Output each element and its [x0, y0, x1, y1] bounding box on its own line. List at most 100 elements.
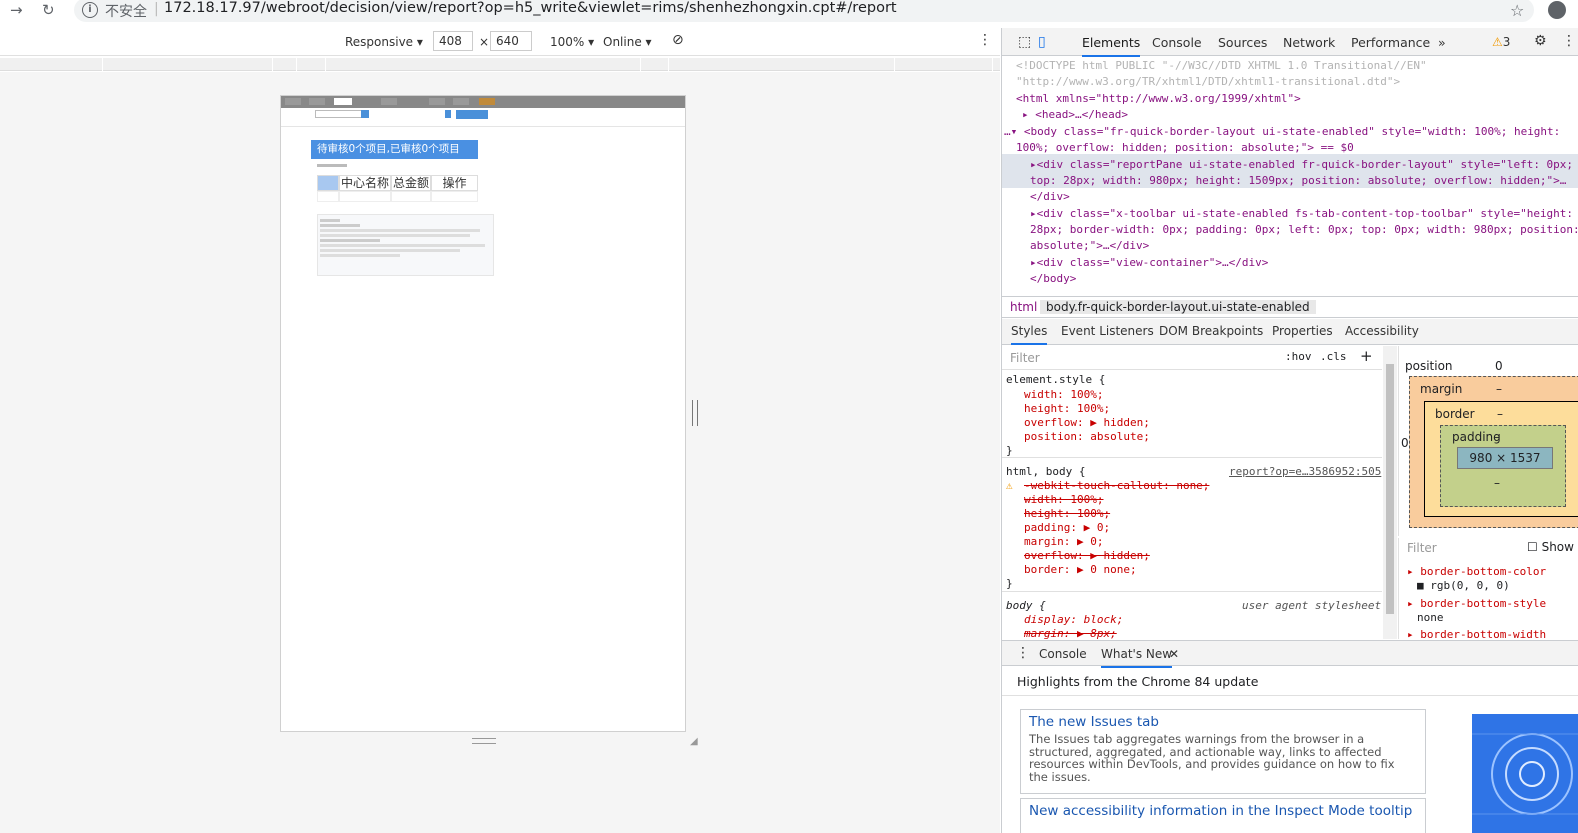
tab-elements[interactable]: Elements [1082, 35, 1141, 57]
computed-property[interactable]: ▸ border-bottom-style [1407, 597, 1546, 610]
rule-brace: } [1006, 577, 1013, 590]
rotate-icon[interactable]: ⊘ [672, 32, 684, 48]
page-input[interactable] [334, 98, 352, 105]
drawer-tabbar: ⋮ Console What's New ✕ [1002, 640, 1578, 668]
bottom-resize-handle[interactable] [472, 738, 496, 744]
more-tabs-icon[interactable]: » [1438, 35, 1446, 50]
omnibox[interactable]: i 不安全 | 172.18.17.97/webroot/decision/vi… [74, 0, 1534, 22]
close-icon[interactable]: ✕ [1169, 647, 1179, 661]
width-input[interactable]: 408 [433, 31, 473, 51]
forward-icon[interactable]: → [10, 1, 23, 19]
rule-source-link[interactable]: report?op=e…3586952:505 [1229, 465, 1381, 479]
dom-node-toolbar[interactable]: ▸<div class="x-toolbar ui-state-enabled … [1030, 206, 1573, 222]
info-icon[interactable]: i [82, 2, 98, 18]
inspect-icon[interactable]: ⬚ [1018, 34, 1031, 50]
dom-node-toolbar-cont[interactable]: absolute;">…</div> [1030, 238, 1149, 254]
dom-node-view-container[interactable]: ▸<div class="view-container">…</div> [1030, 255, 1268, 271]
padding-box[interactable]: padding – 980 × 1537 – [1440, 425, 1566, 507]
tab-sources[interactable]: Sources [1218, 35, 1267, 50]
tab-event-listeners[interactable]: Event Listeners [1061, 324, 1154, 338]
device-select[interactable]: Responsive ▾ [345, 35, 423, 49]
whats-new-headline: Highlights from the Chrome 84 update [1017, 674, 1259, 689]
style-property[interactable]: overflow: ▶ hidden; [1024, 416, 1150, 430]
border-box[interactable]: border – padding – 980 × 1537 – [1424, 401, 1578, 517]
tab-properties[interactable]: Properties [1272, 324, 1333, 338]
dom-node-head[interactable]: ▸ <head>…</head> [1022, 107, 1128, 123]
tab-styles[interactable]: Styles [1011, 324, 1048, 345]
new-rule-icon[interactable]: + [1360, 347, 1373, 365]
dom-node-body[interactable]: …▾ <body class="fr-quick-border-layout u… [1004, 124, 1560, 140]
styles-filter-bar: Filter :hov .cls + [1002, 346, 1382, 370]
card-title[interactable]: New accessibility information in the Ins… [1029, 803, 1417, 819]
border-label: border [1435, 407, 1475, 421]
tab-accessibility[interactable]: Accessibility [1345, 324, 1419, 338]
device-viewport: 待审核0个项目,已审核0个项目 中心名称 总金额 操作 [280, 95, 686, 732]
style-property[interactable]: margin: ▶ 0; [1024, 535, 1103, 549]
dom-node-reportpane-cont[interactable]: top: 28px; width: 980px; height: 1509px;… [1030, 173, 1566, 189]
insecure-label: 不安全 [105, 4, 147, 20]
query-button[interactable] [456, 110, 488, 119]
more-options-icon[interactable]: ⋮ [978, 32, 992, 48]
corner-resize-handle[interactable]: ◢ [690, 736, 698, 747]
media-query-ruler[interactable] [0, 58, 1000, 71]
computed-property[interactable]: ▸ border-bottom-color [1407, 565, 1546, 578]
dom-node-html[interactable]: <html xmlns="http://www.w3.org/1999/xhtm… [1016, 91, 1301, 107]
table-select-cell[interactable] [317, 175, 339, 191]
feature-card[interactable]: The new Issues tab The Issues tab aggreg… [1020, 709, 1426, 794]
dom-node-toolbar-cont[interactable]: 28px; border-width: 0px; padding: 0px; l… [1030, 222, 1578, 238]
toolbar-button[interactable] [453, 98, 469, 105]
date-picker-icon[interactable] [445, 110, 451, 118]
drawer-menu-icon[interactable]: ⋮ [1016, 645, 1030, 661]
drawer-tab-whats-new[interactable]: What's New [1101, 647, 1173, 668]
profile-avatar[interactable] [1548, 1, 1566, 19]
height-input[interactable]: 640 [490, 31, 532, 51]
toolbar-button[interactable] [429, 98, 445, 105]
style-property[interactable]: height: 100%; [1024, 507, 1110, 521]
reload-icon[interactable]: ↻ [42, 1, 55, 19]
style-property[interactable]: width: 100%; [1024, 388, 1103, 402]
right-resize-handle[interactable] [692, 400, 698, 426]
dom-node-reportpane[interactable]: ▸<div class="reportPane ui-state-enabled… [1030, 157, 1573, 173]
hov-button[interactable]: :hov [1285, 350, 1312, 363]
styles-scrollbar[interactable] [1383, 346, 1397, 639]
margin-box[interactable]: margin – border – padding – 980 × 1537 – [1409, 376, 1578, 528]
breadcrumb-body[interactable]: body.fr-quick-border-layout.ui-state-ena… [1040, 300, 1316, 314]
cls-button[interactable]: .cls [1320, 350, 1347, 363]
style-property[interactable]: overflow: ▶ hidden; [1024, 549, 1150, 563]
content-box[interactable]: 980 × 1537 [1457, 447, 1553, 469]
dropdown-icon[interactable] [361, 110, 369, 118]
computed-filter-input[interactable]: Filter [1407, 541, 1437, 555]
devtools-tabbar: ⬚ ▯ Elements Console Sources Network Per… [1002, 28, 1578, 57]
style-property[interactable]: -webkit-touch-callout: none; [1024, 479, 1209, 493]
style-property[interactable]: position: absolute; [1024, 430, 1150, 444]
center-select[interactable] [315, 110, 365, 118]
toolbar-button[interactable] [285, 98, 301, 105]
network-select[interactable]: Online ▾ [603, 35, 652, 49]
tab-network[interactable]: Network [1283, 35, 1335, 50]
styles-filter-input[interactable]: Filter [1010, 351, 1040, 365]
dom-node-body-cont[interactable]: 100%; overflow: hidden; position: absolu… [1016, 140, 1354, 156]
computed-value: ■ rgb(0, 0, 0) [1417, 579, 1510, 592]
url-text[interactable]: 172.18.17.97/webroot/decision/view/repor… [164, 0, 897, 16]
toolbar-button[interactable] [381, 98, 397, 105]
style-property[interactable]: width: 100%; [1024, 493, 1103, 507]
show-all-checkbox[interactable]: ☐ Show [1527, 540, 1574, 554]
tab-performance[interactable]: Performance [1351, 35, 1430, 50]
device-toggle-icon[interactable]: ▯ [1038, 34, 1046, 50]
toolbar-button[interactable] [309, 98, 325, 105]
warnings-badge[interactable]: ⚠3 [1492, 35, 1510, 49]
more-options-icon[interactable]: ⋮ [1562, 33, 1576, 49]
breadcrumb-html[interactable]: html [1010, 300, 1037, 314]
style-property[interactable]: border: ▶ 0 none; [1024, 563, 1137, 577]
style-property[interactable]: padding: ▶ 0; [1024, 521, 1110, 535]
card-title[interactable]: The new Issues tab [1029, 714, 1417, 730]
toolbar-button[interactable] [479, 98, 495, 105]
feature-card[interactable]: New accessibility information in the Ins… [1020, 798, 1426, 833]
tab-dom-breakpoints[interactable]: DOM Breakpoints [1159, 324, 1263, 338]
settings-gear-icon[interactable]: ⚙ [1534, 33, 1547, 49]
bookmark-star-icon[interactable]: ☆ [1510, 1, 1524, 20]
tab-console[interactable]: Console [1152, 35, 1202, 50]
drawer-tab-console[interactable]: Console [1039, 647, 1087, 661]
zoom-select[interactable]: 100% ▾ [550, 35, 594, 49]
style-property[interactable]: height: 100%; [1024, 402, 1110, 416]
